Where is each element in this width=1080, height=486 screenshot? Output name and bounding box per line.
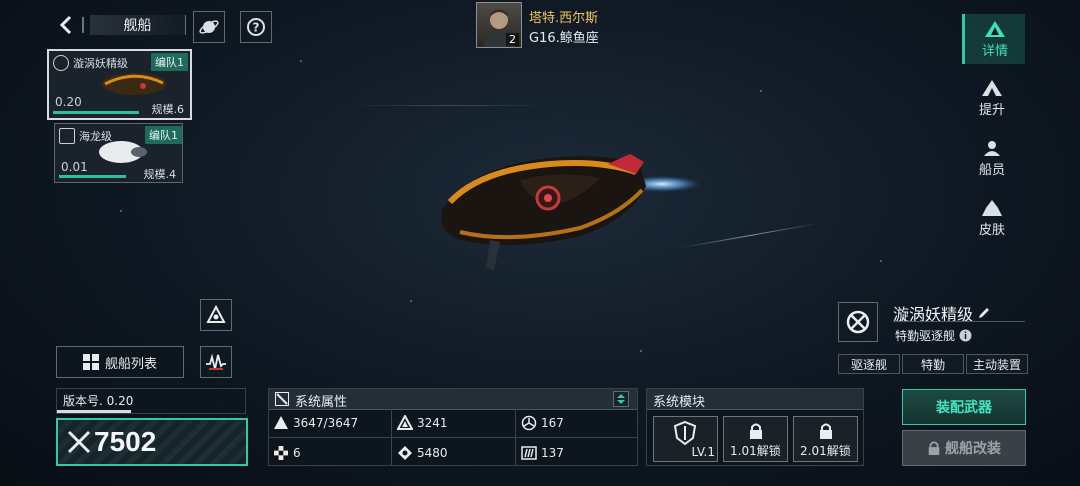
planet-button[interactable] (193, 11, 225, 43)
back-button[interactable]: 舰船 (56, 10, 186, 40)
nav-skin[interactable]: 皮肤 (962, 193, 1022, 243)
shield-icon (521, 415, 537, 431)
crew-icon (984, 140, 1000, 156)
power-value: 7502 (94, 426, 157, 457)
commander-level-badge: 2 (506, 33, 519, 46)
nav-details[interactable]: 详情 (962, 14, 1025, 64)
module-slot-2[interactable]: 1.01解锁 (723, 416, 788, 462)
stat-speed: 6 (273, 445, 301, 461)
signal-button[interactable] (200, 346, 232, 378)
attributes-panel: 系统属性 3647/3647 3241 167 6 5480 137 (268, 388, 638, 466)
crossed-swords-icon (67, 430, 91, 454)
ship-thumbnail-icon (99, 141, 147, 163)
equip-weapon-button[interactable]: 装配武器 (902, 389, 1026, 425)
fleet-card-1[interactable]: 漩涡妖精级 编队1 0.20 规模.6 (47, 49, 192, 120)
ship-class-label: 特勤驱逐舰 (895, 327, 972, 344)
module-slot-1[interactable]: LV.1 (653, 416, 718, 462)
fleet-progress-bar (53, 111, 139, 114)
module-slot-3[interactable]: 2.01解锁 (793, 416, 858, 462)
commander-name: 塔特.西尔斯 (529, 11, 599, 26)
page-title: 舰船 (90, 15, 186, 35)
edit-icon[interactable] (977, 306, 991, 320)
cargo-icon (521, 446, 537, 460)
stat-hull: 3647/3647 (273, 415, 358, 431)
fleet-card-2[interactable]: 海龙级 编队1 0.01 规模.4 (54, 123, 183, 183)
shield-module-icon (673, 420, 697, 446)
target-icon (53, 55, 69, 71)
signal-icon (206, 353, 226, 370)
attributes-icon (275, 392, 289, 406)
version-progress-bar (57, 410, 131, 413)
hull-icon (274, 416, 288, 429)
lock-icon (750, 423, 762, 439)
svg-text:?: ? (253, 21, 260, 35)
ship-thumbnail-icon (102, 73, 166, 95)
ship-tag-active-device: 主动装置 (966, 354, 1028, 374)
fleet-formation-button[interactable] (200, 299, 232, 331)
help-icon: ? (247, 18, 265, 36)
skin-icon (982, 199, 1002, 216)
stat-shield: 167 (521, 415, 564, 431)
help-button[interactable]: ? (240, 11, 272, 43)
fleet-progress-bar (59, 175, 126, 178)
lock-icon (820, 423, 832, 439)
ship-class-badge (838, 302, 878, 342)
flame-icon (59, 128, 75, 144)
nav-upgrade[interactable]: 提升 (962, 73, 1022, 123)
stat-cargo: 137 (521, 445, 564, 461)
speed-icon (274, 446, 288, 460)
ship-list-button[interactable]: 舰船列表 (56, 346, 184, 378)
power-panel: 7502 (56, 418, 248, 466)
commander-avatar[interactable]: 2 (476, 2, 522, 48)
armor-icon (397, 415, 413, 430)
grid-icon (82, 354, 99, 370)
energy-icon (398, 446, 412, 460)
stat-armor: 3241 (397, 415, 448, 431)
info-icon[interactable] (959, 329, 972, 342)
upgrade-icon (982, 79, 1002, 96)
target-icon (846, 310, 870, 334)
formation-icon (206, 305, 226, 323)
ship-tag-special: 特勤 (902, 354, 964, 374)
stat-energy: 5480 (397, 445, 448, 461)
modules-panel: 系统模块 LV.1 1.01解锁 2.01解锁 (646, 388, 864, 466)
sort-toggle-icon[interactable] (613, 391, 629, 407)
planet-icon (199, 20, 219, 34)
lock-icon (928, 441, 940, 455)
ship-model[interactable] (430, 140, 710, 280)
back-arrow-icon (59, 15, 72, 35)
nav-crew[interactable]: 船员 (962, 133, 1022, 183)
location-label: G16.鲸鱼座 (529, 31, 599, 46)
details-icon (985, 20, 1005, 37)
ship-modify-button[interactable]: 舰船改装 (902, 430, 1026, 466)
ship-tag-destroyer: 驱逐舰 (838, 354, 900, 374)
version-panel: 版本号. 0.20 (56, 388, 246, 414)
